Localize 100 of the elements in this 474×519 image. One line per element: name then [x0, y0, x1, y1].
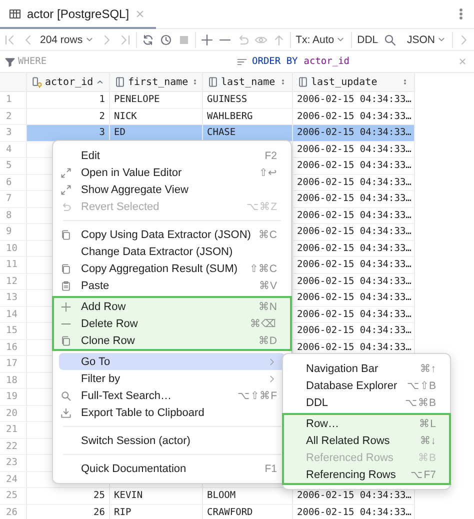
- where-field[interactable]: WHERE: [18, 56, 138, 67]
- table-cell: 2006-02-15 04:34:33…: [297, 276, 412, 287]
- table-cell: 2006-02-15 04:34:33…: [297, 259, 412, 270]
- table-cell: 2006-02-15 04:34:33…: [297, 193, 412, 204]
- refresh-icon[interactable]: [140, 32, 155, 46]
- menu-item[interactable]: Show Aggregate View: [59, 181, 285, 198]
- ddl-button[interactable]: DDL: [356, 34, 380, 46]
- row-number: 25: [6, 490, 18, 502]
- download-icon: [60, 406, 72, 418]
- tab[interactable]: actor [PostgreSQL]: [0, 0, 156, 29]
- expand-icon: [60, 184, 72, 196]
- row-number: 15: [6, 325, 18, 336]
- table-cell: 25: [94, 490, 105, 502]
- search-icon[interactable]: [383, 32, 398, 46]
- menu-item[interactable]: Full-Text Search… ⌥⇧⌘F: [59, 387, 285, 404]
- menu-item[interactable]: Change Data Extractor (JSON): [59, 243, 285, 260]
- column-header[interactable]: actor_id: [45, 76, 94, 88]
- table-cell: PENELOPE: [114, 94, 160, 106]
- table-cell: ED: [114, 127, 126, 138]
- menu-item[interactable]: Referencing Rows ⌥F7: [289, 466, 444, 483]
- table-cell: 2006-02-15 04:34:33…: [297, 160, 412, 172]
- table-cell: 2006-02-15 04:34:33…: [297, 110, 412, 122]
- row-number: 7: [6, 193, 12, 204]
- table-cell: 2006-02-15 04:34:33…: [297, 144, 412, 155]
- row-number: 11: [6, 259, 18, 270]
- row-number: 17: [6, 358, 18, 370]
- add-row-icon[interactable]: [200, 32, 214, 46]
- column-header[interactable]: first_name: [128, 76, 188, 88]
- table-row[interactable]: 26 26 RIP CRAWFORD 2006-02-15 04:34:33…: [0, 504, 415, 519]
- row-number: 2: [6, 110, 12, 122]
- table-cell: CRAWFORD: [207, 506, 253, 518]
- menu-item[interactable]: Quick Documentation F1: [59, 460, 285, 477]
- column-header[interactable]: last_update: [311, 76, 378, 88]
- menu-item[interactable]: Database Explorer ⌥⇧B: [289, 377, 444, 394]
- row-number: 24: [6, 474, 18, 485]
- row-number: 12: [6, 276, 18, 287]
- row-number: 5: [6, 160, 12, 172]
- table-cell: 2006-02-15 04:34:33…: [297, 226, 412, 238]
- menu-item[interactable]: Export Table to Clipboard: [59, 404, 285, 421]
- menu-item[interactable]: Clone Row ⌘D: [59, 332, 285, 349]
- table-cell: RIP: [114, 506, 132, 518]
- table-cell: 2006-02-15 04:34:33…: [297, 242, 412, 254]
- copy-icon: [60, 262, 72, 274]
- clipboard-icon: [60, 280, 72, 292]
- table-cell: 2006-02-15 04:34:33…: [297, 94, 412, 106]
- menu-item[interactable]: Go To: [59, 353, 285, 370]
- column-header[interactable]: last_name: [221, 76, 276, 88]
- table-cell: 26: [94, 506, 105, 518]
- table-row[interactable]: 1 1 PENELOPE GUINESS 2006-02-15 04:34:33…: [0, 92, 415, 108]
- menu-item[interactable]: Navigation Bar ⌘↑: [289, 360, 444, 377]
- clear-icon: [457, 56, 468, 67]
- menu-item[interactable]: Row… ⌘L: [289, 415, 444, 432]
- table-cell: WAHLBERG: [207, 110, 253, 122]
- row-number: 13: [6, 292, 18, 304]
- row-count-dropdown[interactable]: 204 rows: [39, 34, 96, 46]
- table-cell: 2006-02-15 04:34:33…: [297, 292, 412, 304]
- format-dropdown[interactable]: JSON: [406, 34, 448, 46]
- table-cell: 2006-02-15 04:34:33…: [297, 342, 412, 353]
- table-cell: 2006-02-15 04:34:33…: [297, 325, 412, 336]
- row-number: 14: [6, 308, 18, 320]
- table-cell: 3: [99, 127, 105, 138]
- table-cell: 2006-02-15 04:34:33…: [297, 506, 412, 518]
- row-number: 10: [6, 242, 18, 254]
- menu-item[interactable]: DDL ⌥⌘B: [289, 394, 444, 411]
- table-cell: 2006-02-15 04:34:33…: [297, 210, 412, 221]
- menu-item[interactable]: Edit F2: [59, 147, 285, 164]
- undo-icon: [60, 200, 72, 212]
- plus-icon: [60, 300, 72, 312]
- history-icon[interactable]: [158, 32, 173, 46]
- row-number: 6: [6, 176, 12, 188]
- menu-item[interactable]: Paste ⌘V: [59, 277, 285, 294]
- row-number: 8: [6, 210, 12, 221]
- table-row[interactable]: 3 3 ED CHASE 2006-02-15 04:34:33…: [0, 125, 415, 142]
- table-cell: BLOOM: [207, 490, 236, 502]
- copy-icon: [60, 334, 72, 346]
- row-number: 26: [6, 506, 18, 518]
- order-by-field[interactable]: ORDER BY actor_id: [252, 56, 453, 67]
- row-number: 4: [6, 144, 12, 155]
- table-cell: GUINESS: [207, 94, 248, 106]
- menu-item[interactable]: Filter by: [59, 370, 285, 387]
- row-number: 9: [6, 226, 12, 238]
- table-cell: 2006-02-15 04:34:33…: [297, 127, 412, 138]
- table-cell: 2006-02-15 04:34:33…: [297, 176, 412, 188]
- search-icon: [60, 390, 72, 402]
- table-cell: CHASE: [207, 127, 236, 138]
- row-number: 21: [6, 424, 18, 436]
- menu-item[interactable]: Switch Session (actor): [59, 432, 285, 449]
- table-cell: 2006-02-15 04:34:33…: [297, 308, 412, 320]
- table-cell: KEVIN: [114, 490, 143, 502]
- table-cell: 2: [99, 110, 105, 122]
- row-number: 20: [6, 408, 18, 419]
- expand-icon: [60, 166, 72, 178]
- menu-item[interactable]: All Related Rows ⌘↓: [289, 432, 444, 449]
- row-number: 19: [6, 391, 18, 402]
- transaction-dropdown[interactable]: Tx: Auto: [294, 34, 348, 46]
- menu-item[interactable]: Copy Using Data Extractor (JSON) ⌘C: [59, 226, 285, 243]
- row-number: 3: [6, 127, 12, 138]
- copy-icon: [60, 228, 72, 240]
- row-number: 22: [6, 440, 18, 452]
- menu-item[interactable]: Open in Value Editor ⇧↩: [59, 164, 285, 181]
